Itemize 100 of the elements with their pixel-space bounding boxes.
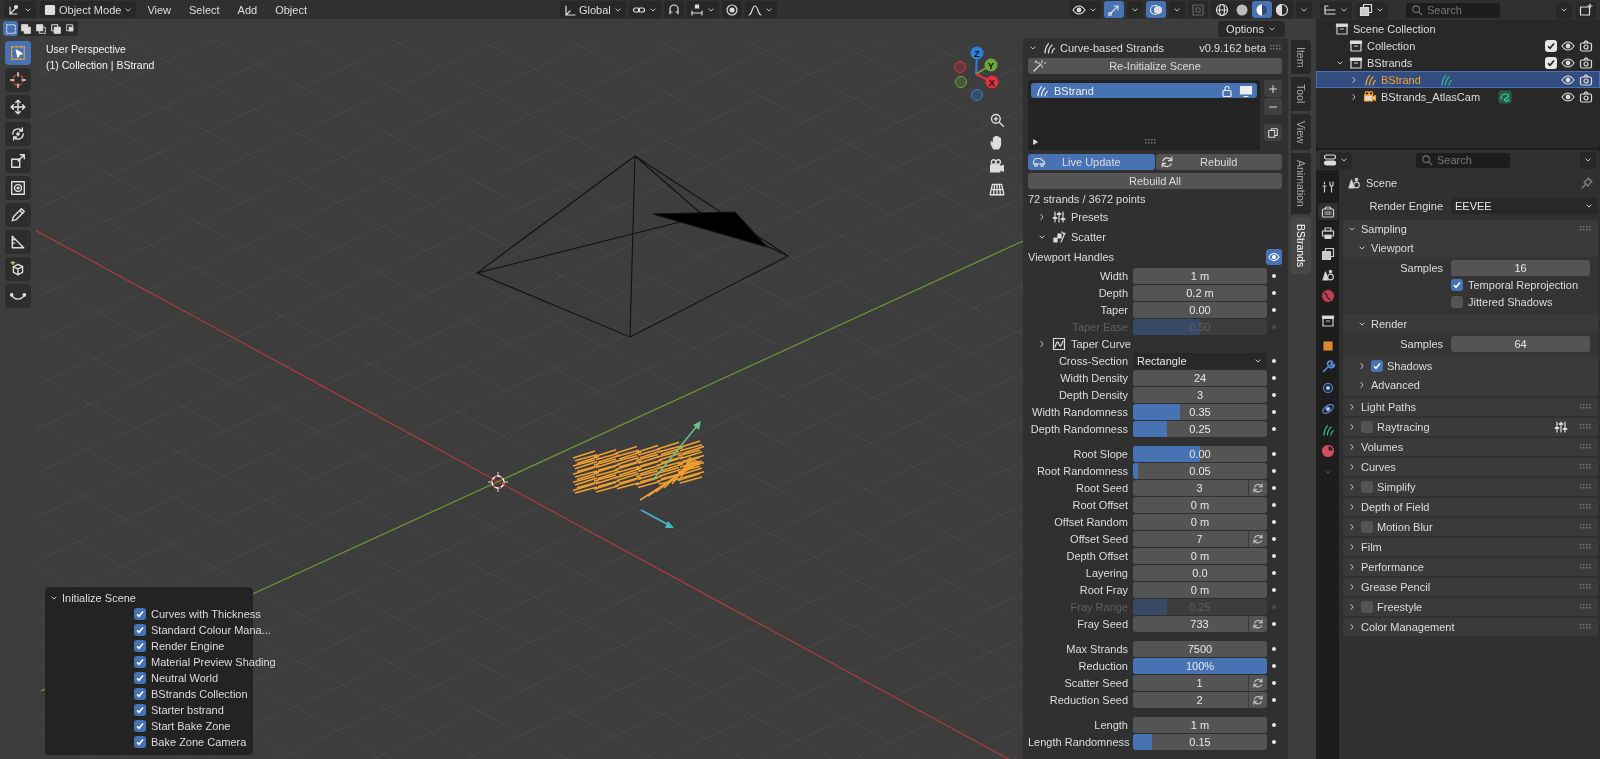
number-field[interactable]: 0 m [1133, 582, 1267, 598]
panel-title[interactable]: Freestyle [1377, 601, 1423, 613]
list-item[interactable]: BStrand [1031, 83, 1257, 98]
panel-title[interactable]: Sampling [1361, 223, 1407, 235]
menu-item[interactable]: View [140, 1, 179, 18]
slider-field[interactable]: 0.05 [1133, 463, 1267, 479]
dropdown[interactable]: Rectangle [1133, 353, 1267, 369]
field-label: Width Density [1059, 372, 1128, 384]
item-name: BStrands_AtlasCam [1381, 90, 1481, 103]
checkbox-label[interactable]: Standard Colour Mana... [151, 624, 271, 636]
sidebar-tab[interactable]: View [1291, 113, 1311, 151]
number-field[interactable]: 0 m [1133, 548, 1267, 564]
checkbox-label[interactable]: Starter bstrand [151, 704, 224, 716]
subpanel-title[interactable]: Shadows [1387, 359, 1433, 372]
panel-title[interactable]: Depth of Field [1361, 501, 1430, 513]
stats-text: 72 strands / 3672 points [1028, 193, 1146, 205]
context-path: Scene [1366, 177, 1398, 189]
number-field[interactable]: 0 m [1133, 514, 1267, 530]
seed-field[interactable]: 3 [1133, 480, 1267, 496]
panel-title[interactable]: Film [1361, 541, 1382, 553]
panel-title[interactable]: Initialize Scene [62, 591, 136, 604]
slider-field[interactable]: 0.35 [1133, 404, 1267, 420]
item-name: Collection [1367, 39, 1416, 52]
subpanel-title[interactable]: Scatter [1071, 231, 1106, 243]
number-field[interactable]: 1 m [1133, 268, 1267, 284]
menu-item[interactable]: Select [182, 1, 227, 18]
field-label: Reduction [1077, 660, 1128, 672]
outliner-row[interactable]: BStrands [1316, 54, 1600, 71]
item-name: Scene Collection [1353, 22, 1436, 35]
seed-field[interactable]: 7 [1133, 531, 1267, 547]
options-button[interactable]: Options [1218, 20, 1285, 37]
version-label: v0.9.162 beta [1199, 42, 1266, 54]
panel-title[interactable]: Grease Pencil [1361, 581, 1431, 593]
search-field[interactable]: Search [1416, 152, 1510, 168]
number-field[interactable]: 0 m [1133, 497, 1267, 513]
panel-title[interactable]: Performance [1361, 561, 1424, 573]
checkbox-label[interactable]: BStrands Collection [151, 688, 248, 700]
section-label: Viewport Handles [1028, 251, 1114, 263]
number-field[interactable]: 16 [1451, 260, 1590, 276]
search-field[interactable]: Search [1406, 2, 1500, 18]
number-field[interactable]: 0.00 [1133, 302, 1267, 318]
axis-handle[interactable]: Z [970, 46, 984, 75]
number-field[interactable]: 1 m [1133, 717, 1267, 733]
item-name: BStrands [1367, 56, 1413, 69]
checkbox-label[interactable]: Temporal Reprojection [1468, 279, 1579, 291]
subpanel-title[interactable]: Presets [1071, 211, 1109, 223]
outliner-row[interactable]: BStrand [1316, 71, 1600, 88]
sidebar-tab[interactable]: Tool [1291, 77, 1311, 111]
live-update-toggle[interactable]: Live Update [1028, 154, 1155, 170]
subpanel-title[interactable]: Render [1371, 317, 1408, 330]
field-label: Offset Random [1053, 516, 1128, 528]
rebuild-all-button[interactable]: Rebuild All [1028, 173, 1282, 189]
checkbox-label[interactable]: Curves with Thickness [151, 608, 261, 620]
subpanel-title[interactable]: Viewport [1371, 241, 1414, 254]
mode-dropdown[interactable]: Object Mode [40, 1, 137, 18]
orientation-dropdown[interactable]: Global [560, 1, 626, 18]
checkbox-label[interactable]: Neutral World [151, 672, 219, 684]
field-label: Root Fray [1078, 584, 1128, 596]
checkbox-label[interactable]: Material Preview Shading [151, 656, 276, 668]
outliner-row[interactable]: Collection [1316, 37, 1600, 54]
field-label: Depth Randomness [1029, 423, 1128, 435]
dropdown[interactable]: EEVEE [1451, 198, 1598, 214]
outliner-row[interactable]: BStrands_AtlasCam [1316, 88, 1600, 105]
number-field[interactable]: 64 [1451, 336, 1590, 352]
slider-field[interactable]: 100% [1133, 658, 1267, 674]
reinitialize-button[interactable]: Re-Initialize Scene [1028, 58, 1282, 74]
number-field[interactable]: 24 [1133, 370, 1267, 386]
menu-item[interactable]: Add [230, 1, 265, 18]
sidebar-tab[interactable]: BStrands [1291, 216, 1311, 275]
subpanel-title[interactable]: Taper Curve [1071, 338, 1131, 350]
panel-title[interactable]: Light Paths [1361, 401, 1417, 413]
subpanel-title[interactable]: Advanced [1371, 378, 1420, 391]
seed-field[interactable]: 1 [1133, 675, 1267, 691]
number-field[interactable]: 0.2 m [1133, 285, 1267, 301]
sidebar-tab[interactable]: Item [1291, 40, 1311, 75]
panel-title[interactable]: Raytracing [1377, 421, 1430, 433]
checkbox-label[interactable]: Bake Zone Camera [151, 736, 247, 748]
panel-title[interactable]: Simplify [1377, 481, 1416, 493]
outliner-row[interactable]: Scene Collection [1316, 20, 1600, 37]
rebuild-button[interactable]: Rebuild [1155, 154, 1282, 170]
slider-field[interactable]: 0.15 [1133, 734, 1267, 750]
panel-title[interactable]: Curve-based Strands [1060, 42, 1196, 54]
panel-title[interactable]: Volumes [1361, 441, 1404, 453]
number-field[interactable]: 3 [1133, 387, 1267, 403]
menu-item[interactable]: Object [268, 1, 314, 18]
seed-field[interactable]: 2 [1133, 692, 1267, 708]
field-label: Scatter Seed [1063, 677, 1128, 689]
panel-title[interactable]: Motion Blur [1377, 521, 1433, 533]
field-label: Max Strands [1065, 643, 1128, 655]
checkbox-label[interactable]: Jittered Shadows [1468, 296, 1553, 308]
panel-title[interactable]: Color Management [1361, 621, 1455, 633]
number-field[interactable]: 7500 [1133, 641, 1267, 657]
seed-field[interactable]: 733 [1133, 616, 1267, 632]
checkbox-label[interactable]: Start Bake Zone [151, 720, 231, 732]
slider-field[interactable]: 0.25 [1133, 421, 1267, 437]
sidebar-tab[interactable]: Animation [1291, 153, 1311, 214]
field-label: Offset Seed [1069, 533, 1128, 545]
checkbox-label[interactable]: Render Engine [151, 640, 225, 652]
number-field[interactable]: 0.0 [1133, 565, 1267, 581]
panel-title[interactable]: Curves [1361, 461, 1396, 473]
